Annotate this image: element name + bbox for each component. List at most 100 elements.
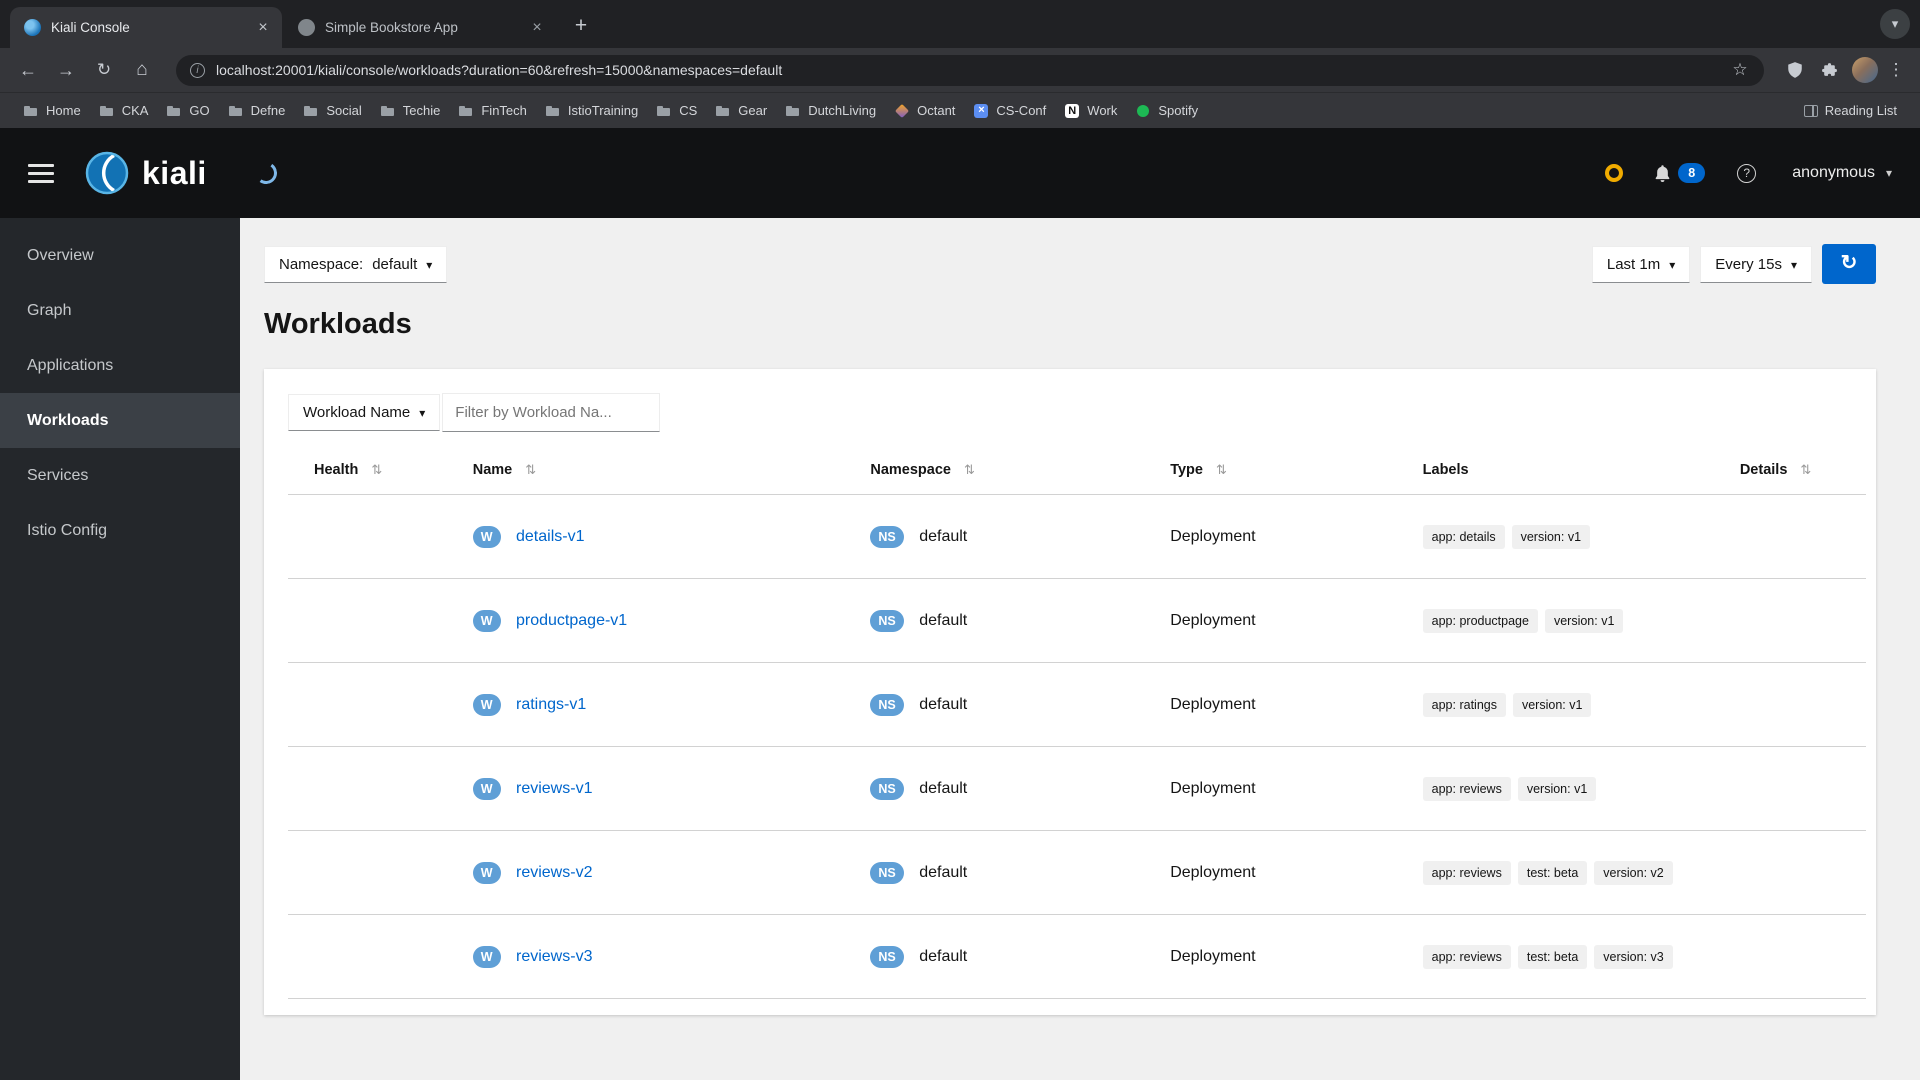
- sidebar-item[interactable]: Overview: [0, 228, 240, 283]
- bookmark-item[interactable]: GO: [157, 97, 218, 124]
- sidebar-item-label: Workloads: [27, 411, 109, 429]
- bookmark-icon: [166, 103, 182, 119]
- workload-type: Deployment: [1170, 779, 1256, 797]
- page-title: Workloads: [264, 308, 412, 340]
- namespace-select[interactable]: Namespace: default: [264, 245, 448, 283]
- workload-link[interactable]: productpage-v1: [516, 612, 627, 629]
- bookmark-item[interactable]: Spotify: [1126, 97, 1207, 124]
- user-menu[interactable]: anonymous: [1792, 164, 1892, 182]
- url-text: localhost:20001/kiali/console/workloads?…: [216, 62, 783, 78]
- column-header[interactable]: Health: [288, 454, 465, 495]
- forward-button[interactable]: [52, 56, 80, 84]
- workloads-table: Health Name Namespace: [288, 454, 1866, 999]
- reload-button[interactable]: [90, 56, 118, 84]
- labels-list: app: details version: v1: [1422, 524, 1597, 549]
- extensions-icon[interactable]: [1816, 56, 1842, 84]
- bookmark-item[interactable]: Octant: [885, 97, 964, 124]
- type-cell: Deployment: [1162, 830, 1415, 915]
- bookmark-item[interactable]: DutchLiving: [776, 97, 885, 124]
- new-tab-button[interactable]: [566, 12, 596, 42]
- column-header[interactable]: Type: [1162, 454, 1415, 495]
- sidebar-item-label: Istio Config: [27, 521, 108, 539]
- namespace-cell-value: default: [919, 779, 968, 797]
- reading-list-button[interactable]: Reading List: [1795, 97, 1906, 124]
- refresh-button[interactable]: [1822, 244, 1876, 284]
- sidebar-item[interactable]: Workloads: [0, 393, 240, 448]
- site-info-icon[interactable]: [190, 62, 205, 78]
- menu-toggle-icon[interactable]: [28, 163, 54, 183]
- labels-list: app: reviews test: beta version: v3: [1422, 944, 1680, 969]
- bookmark-icon: [973, 103, 989, 119]
- workload-link[interactable]: ratings-v1: [516, 696, 586, 713]
- bookmark-icon: [23, 103, 39, 119]
- bookmark-item[interactable]: Home: [14, 97, 90, 124]
- bookmark-icon: [458, 103, 474, 119]
- bookmark-item[interactable]: Social: [294, 97, 370, 124]
- details-cell: [1731, 914, 1866, 999]
- refresh-interval-select[interactable]: Every 15s: [1700, 245, 1812, 283]
- bookmark-item[interactable]: CS-Conf: [964, 97, 1055, 124]
- column-header[interactable]: Name: [464, 454, 863, 495]
- duration-select[interactable]: Last 1m: [1591, 245, 1691, 283]
- bookmark-item[interactable]: Defne: [219, 97, 295, 124]
- labels-list: app: reviews version: v1: [1422, 776, 1604, 801]
- filter-type-select[interactable]: Workload Name: [288, 394, 441, 431]
- notifications-button[interactable]: 8: [1653, 163, 1706, 183]
- name-cell: W ratings-v1: [464, 662, 863, 747]
- filter-type-label: Workload Name: [303, 404, 411, 421]
- bookmark-item[interactable]: Gear: [706, 97, 776, 124]
- bookmark-label: Social: [326, 103, 362, 118]
- bookmark-label: Techie: [402, 103, 441, 118]
- sort-icon: [371, 462, 382, 478]
- sidebar-item[interactable]: Graph: [0, 283, 240, 338]
- workload-link[interactable]: reviews-v1: [516, 780, 592, 797]
- labels-list: app: productpage version: v1: [1422, 608, 1631, 633]
- bookmark-item[interactable]: Techie: [371, 97, 450, 124]
- tab-search-button[interactable]: [1880, 9, 1910, 39]
- workload-badge: W: [472, 525, 501, 548]
- shield-icon[interactable]: [1782, 56, 1808, 84]
- label-chip: app: details: [1422, 524, 1505, 549]
- table-row: W ratings-v1 NS default Deployment app: …: [288, 662, 1866, 747]
- bookmark-item[interactable]: IstioTraining: [536, 97, 647, 124]
- sidebar-item[interactable]: Services: [0, 448, 240, 503]
- sidebar-item[interactable]: Applications: [0, 338, 240, 393]
- label-chip: test: beta: [1517, 944, 1588, 969]
- help-icon[interactable]: [1737, 163, 1757, 183]
- namespace-cell: NS default: [862, 578, 1163, 663]
- bookmark-item[interactable]: CS: [647, 97, 706, 124]
- back-button[interactable]: [14, 56, 42, 84]
- kiali-logo-icon[interactable]: [84, 150, 130, 196]
- tab-kiali-console[interactable]: Kiali Console: [10, 7, 282, 48]
- bookmark-icon: [380, 103, 396, 119]
- url-bar[interactable]: localhost:20001/kiali/console/workloads?…: [176, 54, 1764, 86]
- column-header-label: Details: [1739, 462, 1788, 478]
- workload-link[interactable]: reviews-v2: [516, 864, 592, 881]
- browser-menu-icon[interactable]: [1886, 56, 1906, 84]
- workload-link[interactable]: reviews-v3: [516, 948, 592, 965]
- type-cell: Deployment: [1162, 494, 1415, 579]
- column-header[interactable]: Details: [1731, 454, 1866, 495]
- profile-avatar[interactable]: [1852, 57, 1878, 83]
- bookmark-label: Spotify: [1158, 103, 1199, 118]
- filter-input[interactable]: [442, 393, 661, 432]
- tab-close-icon[interactable]: [528, 19, 546, 37]
- workload-link[interactable]: details-v1: [516, 528, 584, 545]
- table-row: W reviews-v1 NS default Deployment app: …: [288, 746, 1866, 831]
- message-center-status-icon[interactable]: [1605, 164, 1624, 182]
- tab-strip: Kiali Console Simple Bookstore App: [0, 0, 1920, 48]
- home-button[interactable]: [128, 56, 156, 84]
- workload-badge: W: [472, 693, 501, 716]
- column-header-label: Type: [1170, 462, 1203, 478]
- tab-close-icon[interactable]: [254, 19, 272, 37]
- sidebar-item[interactable]: Istio Config: [0, 503, 240, 558]
- details-cell: [1731, 578, 1866, 663]
- refresh-interval-value: Every 15s: [1715, 255, 1782, 273]
- tab-bookstore[interactable]: Simple Bookstore App: [284, 7, 556, 48]
- bookmark-icon: [545, 103, 561, 119]
- bookmark-item[interactable]: Work: [1055, 97, 1126, 124]
- bookmark-item[interactable]: CKA: [90, 97, 158, 124]
- column-header[interactable]: Namespace: [862, 454, 1163, 495]
- bookmark-star-icon[interactable]: [1730, 60, 1750, 80]
- bookmark-item[interactable]: FinTech: [449, 97, 536, 124]
